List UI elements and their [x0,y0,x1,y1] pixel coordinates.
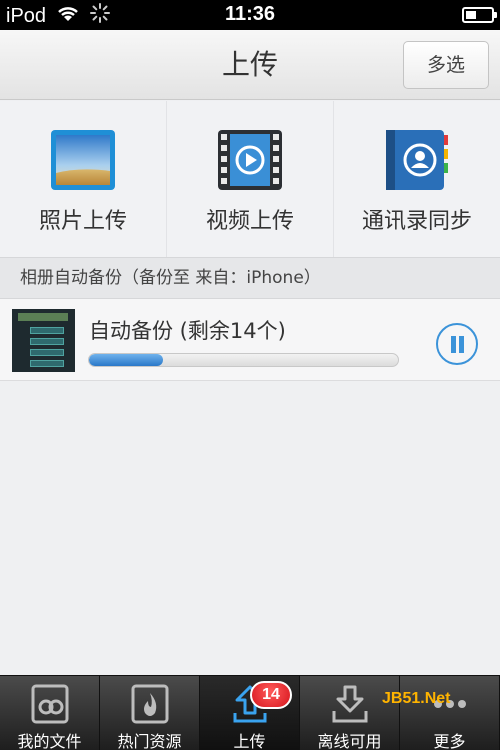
video-upload-option[interactable]: 视频上传 [167,101,334,257]
hot-resources-icon [129,683,171,725]
tab-hot-resources-label: 热门资源 [117,732,182,750]
section-header: 相册自动备份（备份至 来自：iPhone） [0,257,500,299]
backup-progress-bar [88,353,399,367]
tab-hot-resources[interactable]: 热门资源 [100,676,200,750]
status-bar: iPod 11:36 [0,0,500,30]
tab-offline[interactable]: 离线可用 [300,676,400,750]
backup-thumbnail [12,309,75,372]
video-icon [217,129,283,195]
photo-icon [50,129,116,195]
offline-icon [329,683,371,725]
tab-bar: 我的文件 热门资源 上传 离线可用 更多 [0,675,500,750]
my-files-icon [29,683,71,725]
upload-options: 照片上传 视频上传 通讯录同步 [0,101,500,257]
contacts-sync-label: 通讯录同步 [361,209,472,234]
tab-upload-label: 上传 [233,732,266,750]
tab-offline-label: 离线可用 [317,732,382,750]
contacts-sync-icon [384,129,450,195]
tab-my-files[interactable]: 我的文件 [0,676,100,750]
clock: 11:36 [224,3,276,25]
video-upload-label: 视频上传 [205,209,294,234]
tab-more-label: 更多 [433,732,466,750]
pause-button[interactable] [436,323,478,365]
multi-select-button[interactable]: 多选 [403,41,489,89]
photo-upload-label: 照片上传 [38,209,127,234]
backup-title: 自动备份 (剩余14个) [89,319,286,343]
contacts-sync-option[interactable]: 通讯录同步 [334,101,500,257]
nav-bar: 上传 多选 [0,30,500,100]
backup-row[interactable]: 自动备份 (剩余14个) [0,299,500,381]
upload-count-badge: 14 [250,681,292,709]
battery-icon [462,7,497,23]
photo-upload-option[interactable]: 照片上传 [0,101,167,257]
watermark: JB51.Net [382,690,451,707]
tab-my-files-label: 我的文件 [17,732,82,750]
tab-more[interactable]: 更多 [400,676,500,750]
backup-progress-fill [89,354,164,366]
